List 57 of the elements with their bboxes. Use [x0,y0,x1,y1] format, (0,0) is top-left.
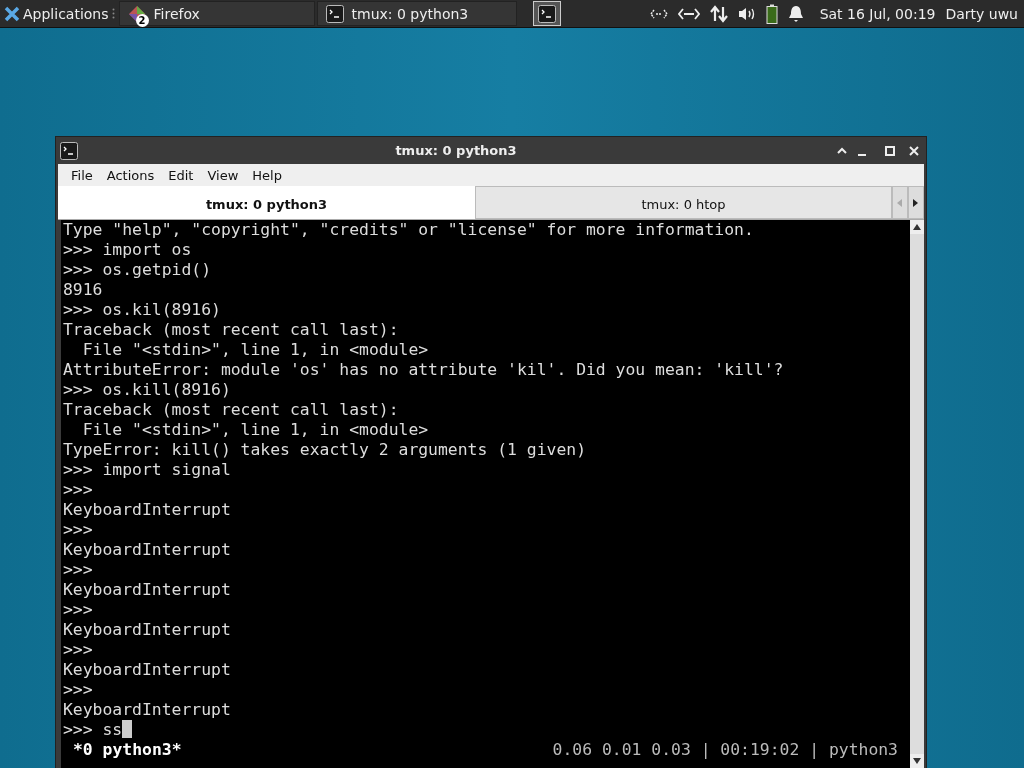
volume-icon[interactable] [737,5,756,22]
terminal-icon [537,4,556,23]
battery-icon[interactable] [765,3,778,24]
terminal-line: >>> [63,520,94,540]
tmux-status: 0.06 0.01 0.03 | 00:19:02 | python3 [552,740,898,760]
terminal-line: >>> [63,600,94,620]
terminal-line: >>> os.kil(8916) [63,300,222,320]
menu-item[interactable]: Help [245,165,289,185]
scroll-down-icon[interactable] [913,758,921,764]
terminal-line: >>> os.kill(8916) [63,380,232,400]
window-title: tmux: 0 python3 [394,143,518,158]
terminal-line: File "<stdin>", line 1, in <module> [81,340,430,360]
transfer-icon[interactable] [709,4,728,23]
terminal-icon [325,4,344,23]
taskbar-button[interactable]: 2 Firefox [118,1,315,26]
terminal-icon [60,141,78,160]
menu-item[interactable]: File [64,165,100,185]
terminal-line: >>> import os [63,240,193,260]
terminal-line: >>> os.getpid() [63,260,213,280]
terminal-line: KeyboardInterrupt [63,500,232,520]
taskbar-button[interactable] [532,1,561,26]
menu-item[interactable]: Actions [99,165,162,185]
tab[interactable]: tmux: 0 python3 [58,186,475,219]
menu-item[interactable]: View [200,165,246,185]
network-icon[interactable] [649,7,668,20]
scroll-up-icon[interactable] [913,224,921,230]
terminal-line: >>> [63,680,94,700]
terminal-line: KeyboardInterrupt [63,700,232,720]
notification-bell-icon[interactable] [787,4,804,23]
clock[interactable]: Sat 16 Jul, 00:19 [819,5,936,22]
terminal-line: TypeError: kill() takes exactly 2 arguments (1 given) [63,440,587,460]
tab[interactable]: tmux: 0 htop [475,186,892,219]
terminal-line: >>> ss [63,720,910,740]
scroll-right-icon[interactable] [913,198,919,207]
terminal-line: >>> import signal [63,460,232,480]
terminal-line: KeyboardInterrupt [63,540,232,560]
dots-icon [111,8,115,19]
terminal-line: KeyboardInterrupt [63,580,232,600]
applications-menu[interactable]: Applications [0,0,119,27]
minimize-icon [858,153,866,156]
terminal-line: KeyboardInterrupt [63,660,232,680]
terminal-line: >>> [63,480,94,500]
terminal-line: KeyboardInterrupt [63,620,232,640]
x-logo-icon [4,5,20,22]
tmux-window-name: *0 python3* [73,740,182,760]
terminal-line: Type "help", "copyright", "credits" or "license" for more information. [63,220,755,240]
terminal-line: >>> [63,560,94,580]
taskbar-button[interactable]: tmux: 0 python3 [316,1,517,26]
terminal-line: >>> [63,640,94,660]
user-name[interactable]: Darty uwu [945,5,1018,22]
menu-item[interactable]: Edit [161,165,201,185]
network-icon[interactable] [677,6,700,21]
terminal-line: Traceback (most recent call last): [63,320,400,340]
terminal-line: 8916 [63,280,104,300]
terminal-line: Traceback (most recent call last): [63,400,400,420]
terminal-line: File "<stdin>", line 1, in <module> [81,420,430,440]
terminal-line: AttributeError: module 'os' has no attribute 'kil'. Did you mean: 'kill'? [63,360,785,380]
